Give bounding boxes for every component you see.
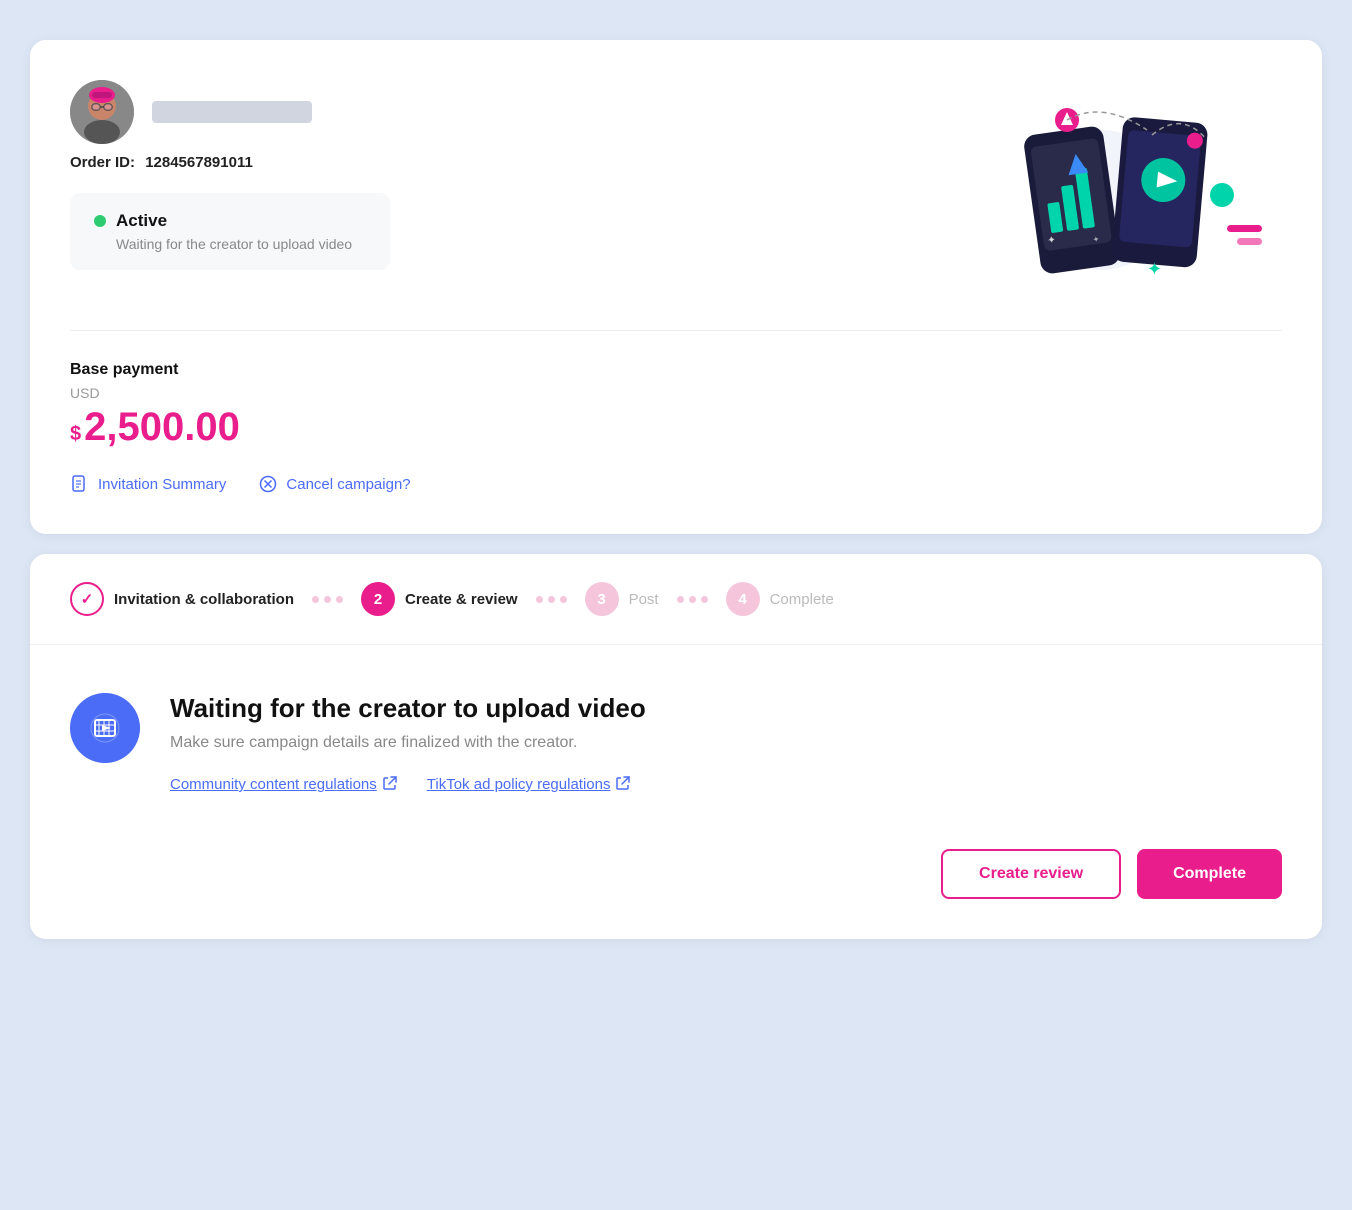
reg-links: Community content regulations TikTok ad … bbox=[170, 776, 1282, 793]
dot bbox=[689, 596, 696, 603]
svg-text:✦: ✦ bbox=[1047, 235, 1057, 247]
step-1-icon: ✓ bbox=[70, 582, 104, 616]
dot bbox=[312, 596, 319, 603]
status-dot bbox=[94, 215, 106, 227]
payment-section: Base payment USD $ 2,500.00 bbox=[70, 361, 1282, 450]
links-row: Invitation Summary Cancel campaign? bbox=[70, 474, 1282, 494]
dot bbox=[701, 596, 708, 603]
status-box: Active Waiting for the creator to upload… bbox=[70, 193, 390, 270]
content-title: Waiting for the creator to upload video bbox=[170, 693, 1282, 724]
currency-label: USD bbox=[70, 385, 1282, 401]
dot bbox=[548, 596, 555, 603]
top-card: Order ID: 1284567891011 Active Waiting f… bbox=[30, 40, 1322, 534]
dot bbox=[677, 596, 684, 603]
tiktok-ad-policy-label: TikTok ad policy regulations bbox=[427, 776, 611, 793]
cancel-campaign-link[interactable]: Cancel campaign? bbox=[258, 474, 410, 494]
step-1-icon-symbol: ✓ bbox=[81, 590, 94, 608]
left-info: Order ID: 1284567891011 Active Waiting f… bbox=[70, 80, 942, 270]
steps-card: ✓ Invitation & collaboration 2 Create & … bbox=[30, 554, 1322, 939]
step-4: 4 Complete bbox=[726, 582, 834, 616]
step-2-icon-symbol: 2 bbox=[374, 591, 382, 608]
order-id-row: Order ID: 1284567891011 bbox=[70, 154, 942, 171]
step-4-icon: 4 bbox=[726, 582, 760, 616]
illustration: ✦ ✦ bbox=[942, 80, 1282, 300]
avatar bbox=[70, 80, 134, 144]
step-2-icon: 2 bbox=[361, 582, 395, 616]
step-2-label: Create & review bbox=[405, 591, 518, 608]
dollar-sign: $ bbox=[70, 423, 81, 446]
svg-text:✦: ✦ bbox=[1147, 259, 1162, 279]
step-2: 2 Create & review bbox=[361, 582, 518, 616]
dot bbox=[536, 596, 543, 603]
community-content-link[interactable]: Community content regulations bbox=[170, 776, 397, 793]
dots-2 bbox=[536, 596, 567, 603]
content-desc: Make sure campaign details are finalized… bbox=[170, 734, 1282, 752]
content-icon bbox=[70, 693, 140, 763]
external-link-icon-2 bbox=[616, 776, 630, 793]
invitation-summary-label: Invitation Summary bbox=[98, 476, 226, 493]
amount-row: $ 2,500.00 bbox=[70, 405, 1282, 450]
step-4-icon-symbol: 4 bbox=[738, 591, 746, 608]
status-subtitle: Waiting for the creator to upload video bbox=[116, 236, 366, 252]
base-payment-label: Base payment bbox=[70, 361, 1282, 379]
divider bbox=[70, 330, 1282, 331]
step-4-label: Complete bbox=[770, 591, 834, 608]
step-3-label: Post bbox=[629, 591, 659, 608]
create-review-button[interactable]: Create review bbox=[941, 849, 1121, 899]
tiktok-ad-policy-link[interactable]: TikTok ad policy regulations bbox=[427, 776, 631, 793]
amount-value: 2,500.00 bbox=[84, 405, 240, 450]
dot bbox=[560, 596, 567, 603]
username-bar bbox=[152, 101, 312, 123]
external-link-icon-1 bbox=[383, 776, 397, 793]
order-id-label: Order ID: bbox=[70, 154, 135, 171]
document-icon bbox=[70, 474, 90, 494]
dot bbox=[336, 596, 343, 603]
dot bbox=[324, 596, 331, 603]
cancel-icon bbox=[258, 474, 278, 494]
steps-header: ✓ Invitation & collaboration 2 Create & … bbox=[30, 554, 1322, 645]
invitation-summary-link[interactable]: Invitation Summary bbox=[70, 474, 226, 494]
step-3-icon-symbol: 3 bbox=[597, 591, 605, 608]
user-row bbox=[70, 80, 942, 144]
status-row: Active bbox=[94, 211, 366, 231]
dots-3 bbox=[677, 596, 708, 603]
dots-1 bbox=[312, 596, 343, 603]
status-label: Active bbox=[116, 211, 167, 231]
content-area: Waiting for the creator to upload video … bbox=[30, 645, 1322, 849]
complete-button[interactable]: Complete bbox=[1137, 849, 1282, 899]
order-id-value: 1284567891011 bbox=[145, 154, 253, 171]
actions-row: Create review Complete bbox=[30, 849, 1322, 939]
step-3-icon: 3 bbox=[585, 582, 619, 616]
cancel-campaign-label: Cancel campaign? bbox=[286, 476, 410, 493]
community-content-label: Community content regulations bbox=[170, 776, 377, 793]
step-1: ✓ Invitation & collaboration bbox=[70, 582, 294, 616]
content-text: Waiting for the creator to upload video … bbox=[170, 693, 1282, 793]
step-3: 3 Post bbox=[585, 582, 659, 616]
step-1-label: Invitation & collaboration bbox=[114, 591, 294, 608]
